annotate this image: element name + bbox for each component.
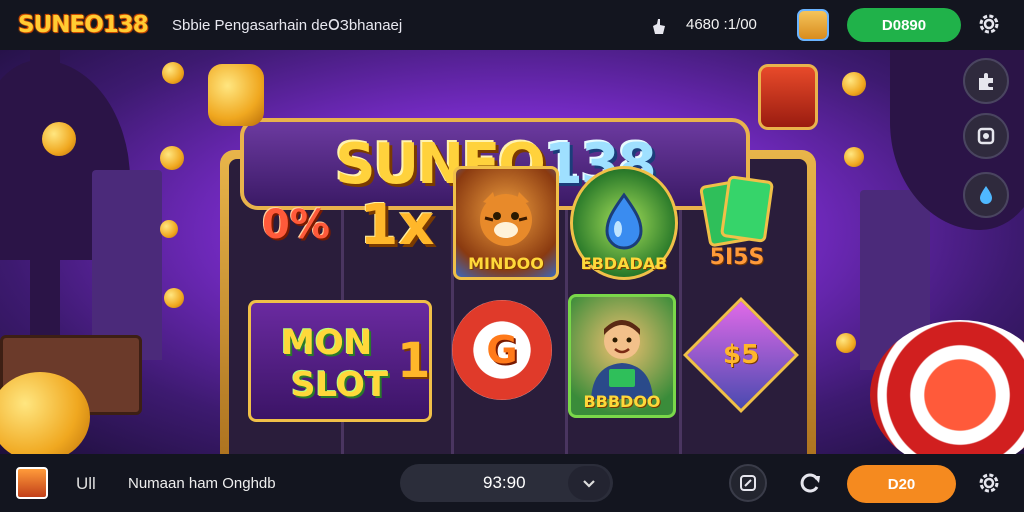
symbol-player-card[interactable]: BBBDOO	[568, 294, 676, 418]
coin-decoration	[836, 333, 856, 353]
dollar-shield-icon	[208, 64, 264, 126]
tiger-card-label: MINDOO	[468, 254, 544, 273]
blue-gem-icon	[605, 192, 643, 250]
symbol-mon-slot-card[interactable]: MON SLOT 1	[248, 300, 432, 422]
player-avatar-icon	[591, 320, 653, 399]
symbol-multiplier[interactable]: 1x	[352, 175, 442, 275]
game-thumbnail[interactable]	[16, 467, 48, 499]
edit-icon[interactable]	[729, 464, 767, 502]
player-card-label: BBBDOO	[583, 392, 661, 411]
tiger-icon	[480, 192, 532, 246]
symbol-percent[interactable]: 0%	[256, 180, 336, 270]
coin-decoration	[42, 122, 76, 156]
settings-gear-icon[interactable]	[976, 11, 1002, 37]
symbol-gem-card[interactable]: EBDADAB	[570, 166, 678, 280]
background-castle	[92, 170, 162, 360]
water-drop-icon[interactable]	[963, 172, 1009, 218]
hand-pointer-icon[interactable]	[646, 13, 672, 39]
symbol-green-card[interactable]: 5I5S	[696, 175, 778, 276]
lock-search-icon[interactable]	[963, 113, 1009, 159]
coin-decoration	[842, 72, 866, 96]
coin-decoration	[160, 146, 184, 170]
wallet-icon[interactable]	[797, 9, 829, 41]
page-subtitle: Sbbie Pengasarhain deՕЗbhanaej	[172, 17, 403, 34]
bet-value: 93:90	[483, 473, 526, 492]
star-badge-label: $5	[722, 340, 760, 370]
gem-card-label: EBDADAB	[580, 254, 668, 273]
spin-button[interactable]: D20	[847, 465, 956, 503]
footer-game-name: Numaan ham Onghdb	[128, 475, 276, 492]
chip-letter: G	[486, 328, 518, 372]
coin-decoration	[844, 147, 864, 167]
footer-short-label: Ull	[76, 474, 96, 493]
game-scene: SUNEO138 0% 1x MINDOO EBDADAB 5I5S MON S…	[0, 50, 1024, 454]
green-card-front	[719, 175, 775, 243]
settings-gear-icon[interactable]	[970, 464, 1008, 502]
symbol-casino-chip[interactable]: G	[452, 300, 552, 400]
symbol-tiger-card[interactable]: MINDOO	[453, 166, 559, 280]
mon-slot-line2: SLOT	[291, 365, 389, 405]
coin-decoration	[162, 62, 184, 84]
deposit-button[interactable]: D0890	[847, 8, 961, 42]
green-card-label: 5I5S	[709, 245, 765, 270]
puzzle-icon[interactable]	[963, 58, 1009, 104]
refresh-icon[interactable]	[791, 464, 829, 502]
treasure-pot-icon	[758, 64, 818, 130]
coin-decoration	[160, 220, 178, 238]
mon-slot-number: 1	[397, 333, 431, 389]
balance-display: 4680 :1/00	[686, 16, 757, 33]
top-bar: SUNEO138 Sbbie Pengasarhain deՕЗbhanaej …	[0, 0, 1024, 50]
mon-slot-line1: MON	[281, 323, 373, 363]
background-tree-trunk	[30, 50, 60, 350]
chevron-down-icon[interactable]	[568, 466, 610, 500]
coin-decoration	[164, 288, 184, 308]
bet-selector[interactable]: 93:90	[400, 464, 613, 502]
brand-logo[interactable]: SUNEO138	[18, 6, 149, 44]
